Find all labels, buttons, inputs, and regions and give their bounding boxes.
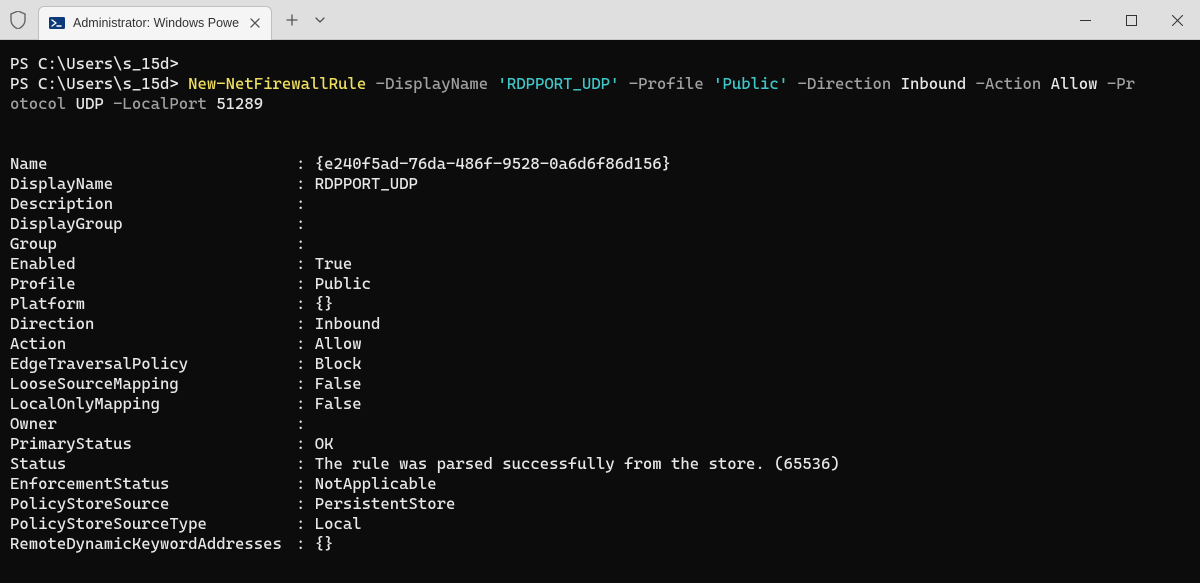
output-key: DisplayGroup — [10, 214, 296, 234]
output-key: Description — [10, 194, 296, 214]
powershell-icon — [49, 15, 65, 31]
output-key: Enabled — [10, 254, 296, 274]
output-key: EdgeTraversalPolicy — [10, 354, 296, 374]
param-flag: -Pr — [1098, 74, 1136, 93]
output-key: Status — [10, 454, 296, 474]
output-value: PersistentStore — [315, 494, 456, 513]
tab-title: Administrator: Windows Powe — [73, 16, 239, 30]
output-value: RDPPORT_UDP — [315, 174, 418, 193]
output-key: Profile — [10, 274, 296, 294]
prompt-line: PS C:\Users\s_15d> — [10, 54, 179, 73]
close-tab-button[interactable] — [247, 15, 263, 31]
param-value: Allow — [1051, 74, 1098, 93]
output-key: EnforcementStatus — [10, 474, 296, 494]
titlebar: Administrator: Windows Powe — [0, 0, 1200, 40]
cmdlet-name: New-NetFirewallRule — [188, 74, 366, 93]
param-value: 'RDPPORT_UDP' — [498, 74, 620, 93]
param-flag: -Profile — [619, 74, 713, 93]
terminal-pane[interactable]: PS C:\Users\s_15d> PS C:\Users\s_15d> Ne… — [0, 40, 1200, 583]
output-key: PrimaryStatus — [10, 434, 296, 454]
param-value: 51289 — [216, 94, 263, 113]
output-key: PolicyStoreSource — [10, 494, 296, 514]
output-value: {} — [315, 294, 334, 313]
shield-icon — [8, 10, 28, 30]
output-key: Name — [10, 154, 296, 174]
app-window: Administrator: Windows Powe PS C:\Users\… — [0, 0, 1200, 583]
output-value: Allow — [315, 334, 362, 353]
output-key: LocalOnlyMapping — [10, 394, 296, 414]
output-value: NotApplicable — [315, 474, 437, 493]
output-key: Owner — [10, 414, 296, 434]
output-key: Platform — [10, 294, 296, 314]
prompt-line: PS C:\Users\s_15d> — [10, 74, 188, 93]
output-key: DisplayName — [10, 174, 296, 194]
output-value: {e240f5ad-76da-486f-9528-0a6d6f86d156} — [315, 154, 671, 173]
output-value: False — [315, 374, 362, 393]
param-value: 'Public' — [713, 74, 788, 93]
param-flag: -Direction — [788, 74, 901, 93]
output-key: Action — [10, 334, 296, 354]
output-value: Public — [315, 274, 371, 293]
param-flag: -Action — [966, 74, 1050, 93]
output-value: False — [315, 394, 362, 413]
close-window-button[interactable] — [1154, 0, 1200, 40]
tab-dropdown-button[interactable] — [306, 6, 334, 34]
param-flag: otocol — [10, 94, 76, 113]
output-key: RemoteDynamicKeywordAddresses — [10, 534, 296, 554]
output-key: PolicyStoreSourceType — [10, 514, 296, 534]
param-value: Inbound — [901, 74, 967, 93]
new-tab-button[interactable] — [278, 6, 306, 34]
minimize-button[interactable] — [1062, 0, 1108, 40]
window-controls — [1062, 0, 1200, 40]
output-value: The rule was parsed successfully from th… — [315, 454, 840, 473]
output-value: Inbound — [315, 314, 381, 333]
output-key: Direction — [10, 314, 296, 334]
tab-active[interactable]: Administrator: Windows Powe — [38, 6, 272, 40]
param-value: UDP — [76, 94, 104, 113]
maximize-button[interactable] — [1108, 0, 1154, 40]
output-value: {} — [315, 534, 334, 553]
output-key: Group — [10, 234, 296, 254]
output-value: True — [315, 254, 353, 273]
param-flag: -DisplayName — [366, 74, 497, 93]
output-value: Block — [315, 354, 362, 373]
output-key: LooseSourceMapping — [10, 374, 296, 394]
param-flag: -LocalPort — [104, 94, 217, 113]
output-value: Local — [315, 514, 362, 533]
output-value: OK — [315, 434, 334, 453]
